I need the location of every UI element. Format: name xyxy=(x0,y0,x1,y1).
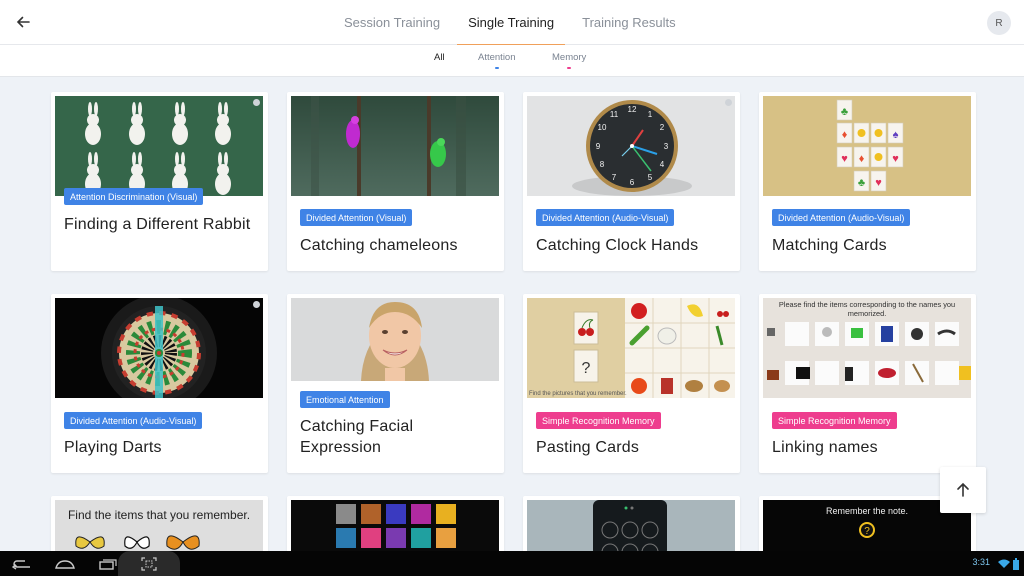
system-home-icon[interactable] xyxy=(53,554,77,573)
status-time: 3:31 xyxy=(972,557,990,567)
card-title: Catching chameleons xyxy=(300,237,458,254)
clock-numeral: 11 xyxy=(610,110,619,119)
tab-session-training[interactable]: Session Training xyxy=(333,0,451,45)
top-app-bar: Session Training Single Training Trainin… xyxy=(0,0,1024,46)
clock-numeral: 12 xyxy=(628,105,637,114)
category-badge: Divided Attention (Audio-Visual) xyxy=(536,209,675,226)
svg-text:♣: ♣ xyxy=(841,106,848,118)
pattern-thumbnail xyxy=(291,500,499,556)
info-dot-icon xyxy=(725,99,732,106)
screenshot-capture-icon[interactable] xyxy=(118,551,180,576)
wifi-icon xyxy=(997,554,1011,573)
clock-numeral: 2 xyxy=(660,123,665,132)
svg-text:♥: ♥ xyxy=(841,153,848,165)
butterfly-caption: Find the items that you remember. xyxy=(68,508,250,522)
svg-text:♥: ♥ xyxy=(892,153,899,165)
card-pasting-cards[interactable]: ? Find the pictures that you remember. S… xyxy=(523,294,740,473)
system-navigation-bar: 3:31 xyxy=(0,551,1024,576)
category-badge: Divided Attention (Audio-Visual) xyxy=(772,209,911,226)
chameleon-thumbnail xyxy=(291,96,499,196)
filter-all[interactable]: All xyxy=(434,52,445,63)
category-badge: Simple Recognition Memory xyxy=(536,412,661,429)
card-butterfly-memory[interactable]: Find the items that you remember. xyxy=(51,496,268,556)
filter-memory[interactable]: Memory xyxy=(552,52,587,69)
clock-numeral: 9 xyxy=(596,142,601,151)
card-title: Catching Facial Expression xyxy=(300,418,414,456)
category-filter-bar: All Attention Memory xyxy=(0,45,1024,77)
tab-label: Training Results xyxy=(582,15,676,30)
category-badge: Attention Discrimination (Visual) xyxy=(64,188,204,205)
clock-thumbnail: 12 1 2 3 4 5 6 7 8 9 10 11 xyxy=(527,96,735,196)
scroll-to-top-button[interactable] xyxy=(940,467,986,513)
clock-numeral: 8 xyxy=(600,160,605,169)
card-title: Finding a Different Rabbit xyxy=(64,216,251,233)
note-caption: Remember the note. xyxy=(826,506,908,516)
card-finding-a-different-rabbit[interactable]: Attention Discrimination (Visual) Findin… xyxy=(51,92,268,271)
rabbit-thumbnail xyxy=(55,96,263,196)
svg-text:♥: ♥ xyxy=(875,177,882,189)
clock-numeral: 1 xyxy=(648,110,653,119)
tab-label: Single Training xyxy=(468,15,555,30)
card-title: Catching Clock Hands xyxy=(536,237,699,254)
pasting-cards-thumbnail: ? Find the pictures that you remember. xyxy=(527,298,735,398)
filter-attention[interactable]: Attention xyxy=(478,52,516,69)
svg-text:♦: ♦ xyxy=(842,129,848,141)
system-back-icon[interactable] xyxy=(10,554,34,573)
card-title: Linking names xyxy=(772,439,878,456)
svg-text:♣: ♣ xyxy=(858,177,865,189)
card-catching-chameleons[interactable]: Divided Attention (Visual) Catching cham… xyxy=(287,92,504,271)
tab-label: Session Training xyxy=(344,15,441,30)
category-badge: Divided Attention (Visual) xyxy=(300,209,413,226)
clock-numeral: 7 xyxy=(612,173,617,182)
question-mark-glyph: ? xyxy=(582,360,591,377)
card-linking-names[interactable]: Please find the items corresponding to t… xyxy=(759,294,976,473)
category-badge: Divided Attention (Audio-Visual) xyxy=(64,412,203,429)
info-dot-icon xyxy=(253,301,260,308)
tab-single-training[interactable]: Single Training xyxy=(457,0,566,46)
tab-training-results[interactable]: Training Results xyxy=(571,0,686,45)
pasting-caption: Find the pictures that you remember. xyxy=(529,391,627,397)
filter-label: All xyxy=(434,52,445,63)
category-badge: Simple Recognition Memory xyxy=(772,412,897,429)
info-dot-icon xyxy=(253,99,260,106)
clock-numeral: 6 xyxy=(630,178,635,187)
svg-text:♦: ♦ xyxy=(859,153,865,165)
card-pattern-memory[interactable] xyxy=(287,496,504,556)
card-title: Playing Darts xyxy=(64,439,162,456)
clock-numeral: 10 xyxy=(598,123,607,132)
card-keypad-memory[interactable] xyxy=(523,496,740,556)
system-recents-icon[interactable] xyxy=(96,554,120,573)
keypad-thumbnail xyxy=(527,500,735,556)
card-playing-darts[interactable]: Divided Attention (Audio-Visual) Playing… xyxy=(51,294,268,473)
avatar[interactable]: R xyxy=(987,11,1011,35)
training-tabs: Session Training Single Training Trainin… xyxy=(330,0,690,46)
filter-label: Attention xyxy=(478,52,516,63)
clock-numeral: 4 xyxy=(660,160,665,169)
linking-names-thumbnail: Please find the items corresponding to t… xyxy=(763,298,971,398)
card-title: Matching Cards xyxy=(772,237,887,254)
battery-icon xyxy=(1011,554,1021,573)
butterfly-thumbnail: Find the items that you remember. xyxy=(55,500,263,556)
card-matching-cards[interactable]: ♣ ♦ ♠ ♥ ♦ ♥ ♣ ♥ Divided Attention (Audio… xyxy=(759,92,976,271)
filter-label: Memory xyxy=(552,52,587,63)
clock-numeral: 5 xyxy=(648,173,653,182)
card-catching-clock-hands[interactable]: 12 1 2 3 4 5 6 7 8 9 10 11 Divided Atten… xyxy=(523,92,740,271)
question-mark-glyph: ? xyxy=(864,526,870,537)
category-badge: Emotional Attention xyxy=(300,391,390,408)
memory-indicator xyxy=(567,67,572,69)
clock-numeral: 3 xyxy=(664,142,669,151)
matching-cards-thumbnail: ♣ ♦ ♠ ♥ ♦ ♥ ♣ ♥ xyxy=(763,96,971,196)
svg-text:♠: ♠ xyxy=(893,129,899,141)
face-thumbnail xyxy=(291,298,499,381)
back-arrow-icon[interactable] xyxy=(12,11,34,33)
dartboard-thumbnail xyxy=(55,298,263,398)
arrow-up-icon xyxy=(957,482,969,497)
card-title: Pasting Cards xyxy=(536,439,640,456)
attention-indicator xyxy=(494,67,499,69)
card-catching-facial-expression[interactable]: Emotional Attention Catching Facial Expr… xyxy=(287,294,504,473)
